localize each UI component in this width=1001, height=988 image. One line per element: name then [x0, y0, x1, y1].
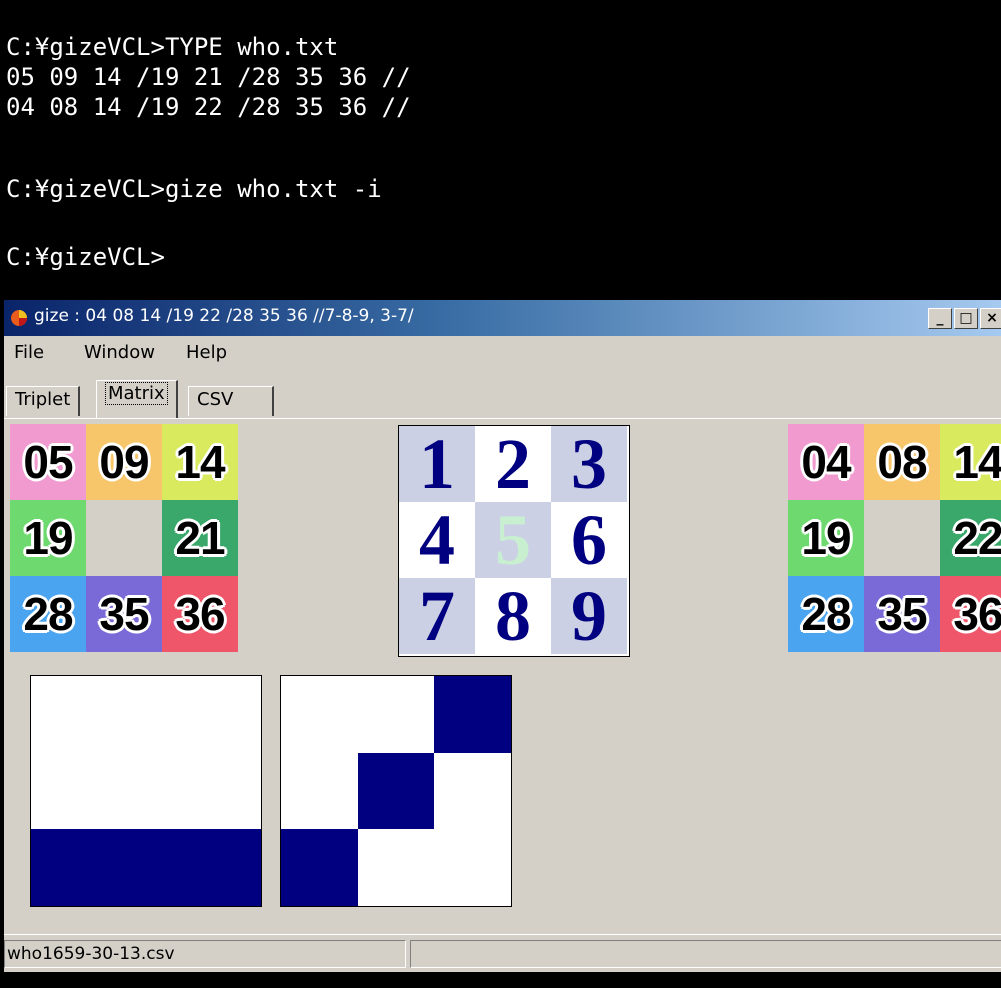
keypad-digit: 8 — [475, 576, 551, 656]
number-cell: 35 — [86, 576, 162, 652]
console-line: C:¥gizeVCL>TYPE who.txt — [6, 33, 339, 61]
tab-divider — [4, 418, 1001, 419]
matrix-filled-cell — [31, 829, 261, 906]
number-cell: 21 — [162, 500, 238, 576]
number-cell: 36 — [162, 576, 238, 652]
matrix-filled-cell — [434, 676, 511, 753]
minimize-button[interactable]: _ — [928, 308, 952, 329]
number-cell: 09 — [86, 424, 162, 500]
keypad-digit: 3 — [551, 424, 627, 504]
number-cell: 22 — [940, 500, 1001, 576]
console-line: C:¥gizeVCL>gize who.txt -i — [6, 175, 382, 203]
tab-triplet[interactable]: Triplet — [6, 386, 81, 416]
number-cell: 28 — [788, 576, 864, 652]
menu-window[interactable]: Window — [84, 342, 155, 363]
console-line: 04 08 14 /19 22 /28 35 36 // — [6, 93, 411, 121]
console-output: C:¥gizeVCL>TYPE who.txt 05 09 14 /19 21 … — [0, 0, 1001, 298]
number-cell: 14 — [940, 424, 1001, 500]
number-cell: 08 — [864, 424, 940, 500]
right-number-grid: 04 08 14 19 22 28 35 36 — [788, 424, 1001, 652]
tab-label: CSV — [197, 389, 234, 410]
tab-label: Triplet — [15, 389, 71, 410]
tab-strip: Triplet Matrix CSV — [4, 378, 1001, 418]
keypad-digit: 4 — [399, 500, 475, 580]
matrix-filled-cell — [281, 829, 358, 906]
number-cell: 19 — [788, 500, 864, 576]
matrix-filled-cell — [357, 752, 435, 830]
number-cell-empty — [86, 500, 162, 576]
number-cell: 14 — [162, 424, 238, 500]
matrix-left — [30, 675, 262, 907]
status-bar: who1659-30-13.csv — [4, 934, 1001, 973]
number-cell: 35 — [864, 576, 940, 652]
maximize-button[interactable]: □ — [954, 308, 978, 329]
left-number-grid: 05 09 14 19 21 28 35 36 — [10, 424, 238, 652]
number-cell: 28 — [10, 576, 86, 652]
menu-help[interactable]: Help — [186, 342, 227, 363]
keypad-digit: 7 — [399, 576, 475, 656]
gize-app-icon — [11, 310, 27, 326]
number-cell-empty — [864, 500, 940, 576]
keypad-grid: 123456789 — [398, 424, 630, 657]
keypad-digit: 5 — [475, 500, 551, 580]
number-cell: 05 — [10, 424, 86, 500]
menu-file[interactable]: File — [14, 342, 44, 363]
status-panel-2 — [410, 940, 1001, 968]
status-filename: who1659-30-13.csv — [4, 940, 406, 968]
number-cell: 04 — [788, 424, 864, 500]
tab-label: Matrix — [105, 382, 168, 405]
title-bar[interactable]: gize : 04 08 14 /19 22 /28 35 36 //7-8-9… — [4, 300, 1001, 336]
tab-matrix[interactable]: Matrix — [96, 380, 178, 418]
menu-bar: File Window Help — [4, 338, 1001, 370]
keypad-digit: 1 — [399, 424, 475, 504]
keypad-digit: 9 — [551, 576, 627, 656]
number-cell: 19 — [10, 500, 86, 576]
window-title: gize : 04 08 14 /19 22 /28 35 36 //7-8-9… — [34, 306, 414, 326]
close-button[interactable]: × — [980, 308, 1001, 329]
keypad-digit: 6 — [551, 500, 627, 580]
matrix-right — [280, 675, 512, 907]
tab-csv[interactable]: CSV — [188, 386, 274, 416]
keypad-digit: 2 — [475, 424, 551, 504]
number-cell: 36 — [940, 576, 1001, 652]
console-line: 05 09 14 /19 21 /28 35 36 // — [6, 63, 411, 91]
gize-window: gize : 04 08 14 /19 22 /28 35 36 //7-8-9… — [4, 300, 1001, 972]
console-prompt: C:¥gizeVCL> — [6, 243, 165, 271]
